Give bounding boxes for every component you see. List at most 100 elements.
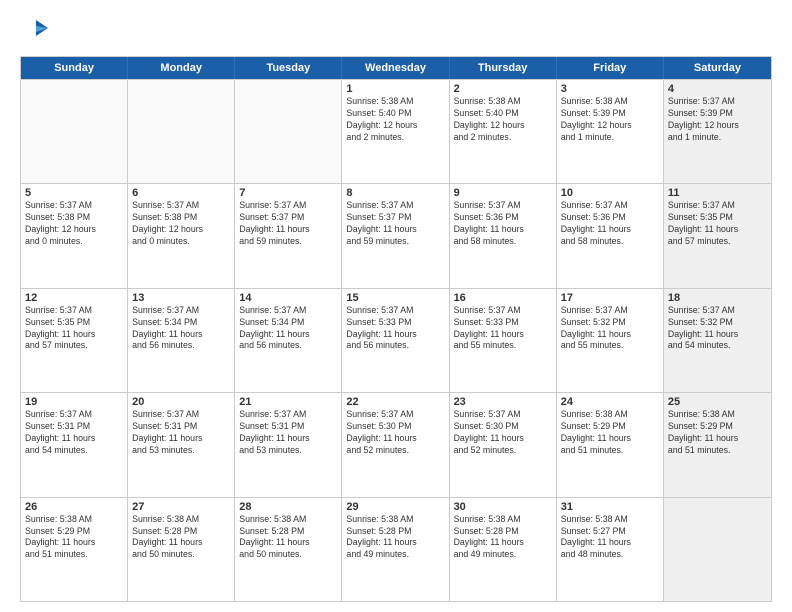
calendar-cell-16: 16Sunrise: 5:37 AM Sunset: 5:33 PM Dayli…: [450, 289, 557, 392]
day-number: 1: [346, 83, 444, 95]
cell-info: Sunrise: 5:37 AM Sunset: 5:37 PM Dayligh…: [239, 200, 337, 248]
cell-info: Sunrise: 5:37 AM Sunset: 5:31 PM Dayligh…: [25, 409, 123, 457]
cell-info: Sunrise: 5:38 AM Sunset: 5:40 PM Dayligh…: [454, 96, 552, 144]
day-number: 30: [454, 501, 552, 513]
day-number: 12: [25, 292, 123, 304]
cell-info: Sunrise: 5:38 AM Sunset: 5:28 PM Dayligh…: [454, 514, 552, 562]
day-number: 26: [25, 501, 123, 513]
day-number: 4: [668, 83, 767, 95]
day-number: 9: [454, 187, 552, 199]
cell-info: Sunrise: 5:37 AM Sunset: 5:32 PM Dayligh…: [561, 305, 659, 353]
calendar-cell-10: 10Sunrise: 5:37 AM Sunset: 5:36 PM Dayli…: [557, 184, 664, 287]
calendar-cell-28: 28Sunrise: 5:38 AM Sunset: 5:28 PM Dayli…: [235, 498, 342, 601]
calendar-cell-empty-0-2: [235, 80, 342, 183]
day-number: 16: [454, 292, 552, 304]
calendar-cell-17: 17Sunrise: 5:37 AM Sunset: 5:32 PM Dayli…: [557, 289, 664, 392]
cell-info: Sunrise: 5:38 AM Sunset: 5:29 PM Dayligh…: [25, 514, 123, 562]
cell-info: Sunrise: 5:37 AM Sunset: 5:36 PM Dayligh…: [561, 200, 659, 248]
cell-info: Sunrise: 5:37 AM Sunset: 5:39 PM Dayligh…: [668, 96, 767, 144]
day-number: 28: [239, 501, 337, 513]
cell-info: Sunrise: 5:37 AM Sunset: 5:30 PM Dayligh…: [346, 409, 444, 457]
cell-info: Sunrise: 5:38 AM Sunset: 5:27 PM Dayligh…: [561, 514, 659, 562]
calendar-cell-15: 15Sunrise: 5:37 AM Sunset: 5:33 PM Dayli…: [342, 289, 449, 392]
calendar-cell-empty-0-0: [21, 80, 128, 183]
calendar-cell-30: 30Sunrise: 5:38 AM Sunset: 5:28 PM Dayli…: [450, 498, 557, 601]
day-number: 21: [239, 396, 337, 408]
day-number: 25: [668, 396, 767, 408]
day-number: 15: [346, 292, 444, 304]
calendar-cell-2: 2Sunrise: 5:38 AM Sunset: 5:40 PM Daylig…: [450, 80, 557, 183]
day-number: 14: [239, 292, 337, 304]
cell-info: Sunrise: 5:37 AM Sunset: 5:38 PM Dayligh…: [25, 200, 123, 248]
calendar-cell-3: 3Sunrise: 5:38 AM Sunset: 5:39 PM Daylig…: [557, 80, 664, 183]
calendar-cell-6: 6Sunrise: 5:37 AM Sunset: 5:38 PM Daylig…: [128, 184, 235, 287]
weekday-header-thursday: Thursday: [450, 57, 557, 79]
day-number: 7: [239, 187, 337, 199]
calendar-row-1: 5Sunrise: 5:37 AM Sunset: 5:38 PM Daylig…: [21, 183, 771, 287]
calendar-cell-18: 18Sunrise: 5:37 AM Sunset: 5:32 PM Dayli…: [664, 289, 771, 392]
cell-info: Sunrise: 5:37 AM Sunset: 5:37 PM Dayligh…: [346, 200, 444, 248]
day-number: 3: [561, 83, 659, 95]
cell-info: Sunrise: 5:37 AM Sunset: 5:33 PM Dayligh…: [346, 305, 444, 353]
cell-info: Sunrise: 5:37 AM Sunset: 5:35 PM Dayligh…: [25, 305, 123, 353]
day-number: 31: [561, 501, 659, 513]
page: SundayMondayTuesdayWednesdayThursdayFrid…: [0, 0, 792, 612]
calendar-cell-14: 14Sunrise: 5:37 AM Sunset: 5:34 PM Dayli…: [235, 289, 342, 392]
cell-info: Sunrise: 5:37 AM Sunset: 5:34 PM Dayligh…: [239, 305, 337, 353]
cell-info: Sunrise: 5:38 AM Sunset: 5:39 PM Dayligh…: [561, 96, 659, 144]
calendar-cell-13: 13Sunrise: 5:37 AM Sunset: 5:34 PM Dayli…: [128, 289, 235, 392]
calendar-cell-7: 7Sunrise: 5:37 AM Sunset: 5:37 PM Daylig…: [235, 184, 342, 287]
calendar-cell-23: 23Sunrise: 5:37 AM Sunset: 5:30 PM Dayli…: [450, 393, 557, 496]
weekday-header-wednesday: Wednesday: [342, 57, 449, 79]
day-number: 18: [668, 292, 767, 304]
calendar-cell-29: 29Sunrise: 5:38 AM Sunset: 5:28 PM Dayli…: [342, 498, 449, 601]
cell-info: Sunrise: 5:38 AM Sunset: 5:29 PM Dayligh…: [561, 409, 659, 457]
cell-info: Sunrise: 5:38 AM Sunset: 5:28 PM Dayligh…: [132, 514, 230, 562]
cell-info: Sunrise: 5:38 AM Sunset: 5:40 PM Dayligh…: [346, 96, 444, 144]
weekday-header-monday: Monday: [128, 57, 235, 79]
calendar-cell-20: 20Sunrise: 5:37 AM Sunset: 5:31 PM Dayli…: [128, 393, 235, 496]
calendar-cell-empty-0-1: [128, 80, 235, 183]
calendar-cell-21: 21Sunrise: 5:37 AM Sunset: 5:31 PM Dayli…: [235, 393, 342, 496]
calendar-cell-4: 4Sunrise: 5:37 AM Sunset: 5:39 PM Daylig…: [664, 80, 771, 183]
calendar-cell-27: 27Sunrise: 5:38 AM Sunset: 5:28 PM Dayli…: [128, 498, 235, 601]
weekday-header-friday: Friday: [557, 57, 664, 79]
calendar-cell-26: 26Sunrise: 5:38 AM Sunset: 5:29 PM Dayli…: [21, 498, 128, 601]
day-number: 11: [668, 187, 767, 199]
calendar-cell-5: 5Sunrise: 5:37 AM Sunset: 5:38 PM Daylig…: [21, 184, 128, 287]
calendar-cell-19: 19Sunrise: 5:37 AM Sunset: 5:31 PM Dayli…: [21, 393, 128, 496]
calendar-row-3: 19Sunrise: 5:37 AM Sunset: 5:31 PM Dayli…: [21, 392, 771, 496]
day-number: 20: [132, 396, 230, 408]
calendar-header: SundayMondayTuesdayWednesdayThursdayFrid…: [21, 57, 771, 79]
calendar-row-2: 12Sunrise: 5:37 AM Sunset: 5:35 PM Dayli…: [21, 288, 771, 392]
calendar-cell-8: 8Sunrise: 5:37 AM Sunset: 5:37 PM Daylig…: [342, 184, 449, 287]
header: [20, 18, 772, 46]
cell-info: Sunrise: 5:38 AM Sunset: 5:28 PM Dayligh…: [346, 514, 444, 562]
calendar-cell-empty-4-6: [664, 498, 771, 601]
calendar: SundayMondayTuesdayWednesdayThursdayFrid…: [20, 56, 772, 602]
day-number: 10: [561, 187, 659, 199]
cell-info: Sunrise: 5:37 AM Sunset: 5:31 PM Dayligh…: [239, 409, 337, 457]
calendar-cell-31: 31Sunrise: 5:38 AM Sunset: 5:27 PM Dayli…: [557, 498, 664, 601]
day-number: 24: [561, 396, 659, 408]
cell-info: Sunrise: 5:37 AM Sunset: 5:33 PM Dayligh…: [454, 305, 552, 353]
calendar-cell-22: 22Sunrise: 5:37 AM Sunset: 5:30 PM Dayli…: [342, 393, 449, 496]
cell-info: Sunrise: 5:38 AM Sunset: 5:28 PM Dayligh…: [239, 514, 337, 562]
calendar-cell-25: 25Sunrise: 5:38 AM Sunset: 5:29 PM Dayli…: [664, 393, 771, 496]
weekday-header-tuesday: Tuesday: [235, 57, 342, 79]
cell-info: Sunrise: 5:37 AM Sunset: 5:32 PM Dayligh…: [668, 305, 767, 353]
cell-info: Sunrise: 5:37 AM Sunset: 5:35 PM Dayligh…: [668, 200, 767, 248]
day-number: 29: [346, 501, 444, 513]
day-number: 17: [561, 292, 659, 304]
day-number: 22: [346, 396, 444, 408]
logo-icon: [22, 18, 50, 46]
day-number: 27: [132, 501, 230, 513]
day-number: 5: [25, 187, 123, 199]
calendar-row-4: 26Sunrise: 5:38 AM Sunset: 5:29 PM Dayli…: [21, 497, 771, 601]
day-number: 19: [25, 396, 123, 408]
cell-info: Sunrise: 5:37 AM Sunset: 5:36 PM Dayligh…: [454, 200, 552, 248]
calendar-cell-9: 9Sunrise: 5:37 AM Sunset: 5:36 PM Daylig…: [450, 184, 557, 287]
weekday-header-saturday: Saturday: [664, 57, 771, 79]
day-number: 23: [454, 396, 552, 408]
cell-info: Sunrise: 5:37 AM Sunset: 5:30 PM Dayligh…: [454, 409, 552, 457]
